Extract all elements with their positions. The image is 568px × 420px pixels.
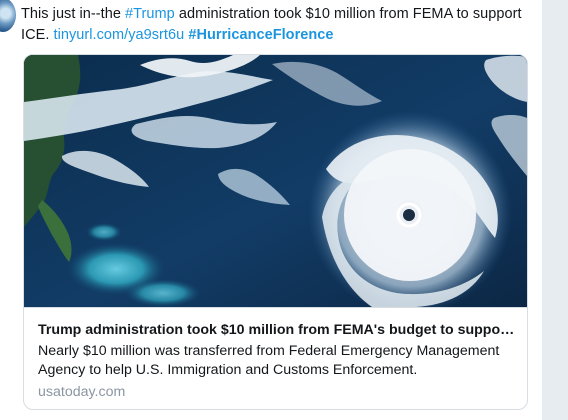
hashtag-hurricane-florence-link[interactable]: #HurricanceFlorence	[188, 27, 333, 43]
card-image[interactable]	[24, 55, 527, 307]
timeline-page: This just in--the #Trump administration …	[0, 0, 568, 420]
avatar[interactable]	[0, 0, 16, 32]
bahamas-shallows	[125, 279, 201, 307]
tweet[interactable]: This just in--the #Trump administration …	[0, 0, 542, 420]
tinyurl-link[interactable]: tinyurl.com/ya9srt6u	[53, 27, 184, 43]
card-title[interactable]: Trump administration took $10 million fr…	[38, 321, 518, 339]
card-description: Nearly $10 million was transferred from …	[38, 343, 500, 378]
card-domain: usatoday.com	[38, 384, 126, 400]
tweet-text-segment: This just in--the	[21, 6, 126, 22]
hurricane-eye	[403, 209, 415, 221]
bahamas-shallows	[86, 223, 122, 241]
hashtag-trump-link[interactable]: #Trump	[125, 6, 175, 22]
tweet-text: This just in--the #Trump administration …	[21, 4, 531, 46]
link-preview-card[interactable]: Trump administration took $10 million fr…	[23, 54, 528, 410]
card-content[interactable]: Trump administration took $10 million fr…	[24, 307, 527, 409]
